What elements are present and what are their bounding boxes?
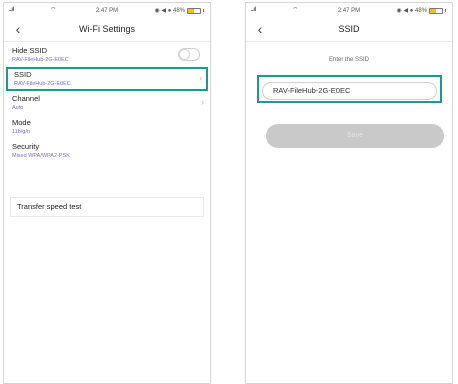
status-right: ◉ ◀ ● 48% — [397, 7, 446, 14]
battery-fill — [188, 8, 194, 13]
ssid-row[interactable]: SSID RAV-FileHub-2G-E0EC › — [6, 67, 208, 91]
ssid-prompt: Enter the SSID — [328, 57, 370, 63]
mode-value: 11b/g/n — [12, 129, 30, 135]
nav-bar: ‹ SSID — [246, 19, 452, 42]
security-value: Mixed WPA/WPA2-PSK — [12, 153, 70, 159]
wifi-settings-screen: ..ıl ⌔ 2:47 PM ◉ ◀ ● 48% ‹ Wi-Fi Setting… — [3, 2, 211, 384]
hide-ssid-label: Hide SSID — [12, 46, 48, 55]
nav-bar: ‹ Wi-Fi Settings — [4, 19, 210, 42]
chevron-right-icon: › — [201, 97, 204, 107]
chevron-right-icon: › — [199, 73, 202, 83]
save-button[interactable]: Save — [266, 124, 444, 148]
battery-fill — [430, 8, 436, 13]
channel-row[interactable]: Channel Auto › — [4, 91, 210, 115]
transfer-speed-test-button[interactable]: Transfer speed test — [10, 197, 204, 217]
settings-list: Hide SSID RAV-FileHub-2G-E0EC SSID RAV-F… — [4, 43, 210, 163]
hide-ssid-row[interactable]: Hide SSID RAV-FileHub-2G-E0EC — [4, 43, 210, 67]
battery-tip — [445, 9, 446, 12]
ssid-label: SSID — [14, 70, 32, 79]
page-title: Wi-Fi Settings — [78, 24, 135, 34]
status-indicators: ◉ ◀ ● 48% — [396, 8, 427, 14]
channel-value: Auto — [12, 105, 24, 111]
hide-ssid-value: RAV-FileHub-2G-E0EC — [12, 57, 69, 63]
mode-row[interactable]: Mode 11b/g/n — [4, 115, 210, 139]
battery-icon — [429, 7, 443, 14]
ssid-value: RAV-FileHub-2G-E0EC — [14, 81, 71, 87]
security-row[interactable]: Security Mixed WPA/WPA2-PSK — [4, 139, 210, 163]
status-right: ◉ ◀ ● 48% — [155, 7, 204, 14]
toggle-knob — [180, 50, 189, 59]
page-title: SSID — [338, 24, 360, 34]
hide-ssid-toggle[interactable] — [178, 48, 200, 61]
battery-tip — [203, 9, 204, 12]
status-indicators: ◉ ◀ ● 48% — [154, 8, 185, 14]
status-bar: ..ıl ⌔ 2:47 PM ◉ ◀ ● 48% — [4, 3, 210, 19]
channel-label: Channel — [12, 94, 40, 103]
security-label: Security — [12, 142, 40, 151]
mode-label: Mode — [12, 118, 31, 127]
ssid-edit-screen: ..ıl ⌔ 2:47 PM ◉ ◀ ● 48% ‹ SSID Enter th… — [245, 2, 453, 384]
status-bar: ..ıl ⌔ 2:47 PM ◉ ◀ ● 48% — [246, 3, 452, 19]
ssid-input[interactable] — [262, 81, 437, 100]
ssid-input-highlight — [257, 75, 442, 103]
battery-icon — [187, 7, 201, 14]
